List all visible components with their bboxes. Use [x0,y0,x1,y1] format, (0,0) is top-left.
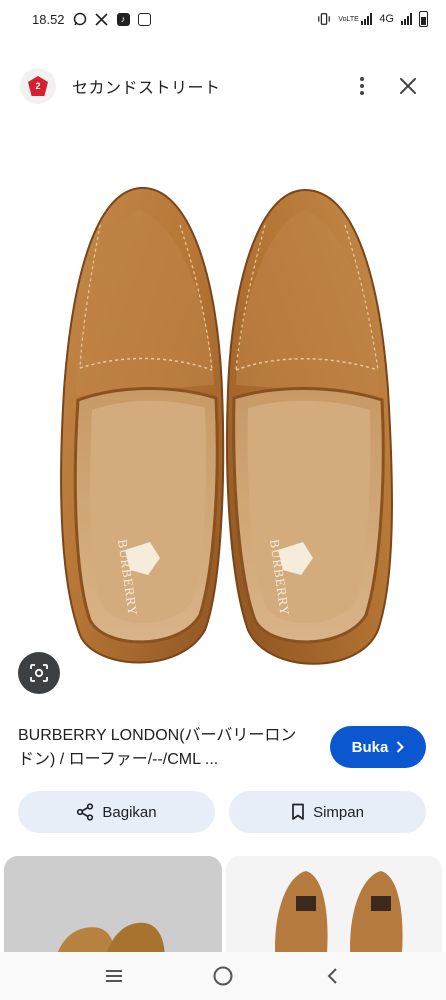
more-vert-icon [360,77,364,95]
x-icon [95,12,109,26]
status-bar: 18.52 ♪ VoLTE 4G [0,0,446,38]
open-button-label: Buka [351,738,389,756]
right-shoe [225,188,393,665]
close-button[interactable] [390,68,426,104]
left-shoe [60,186,225,664]
header: 2 セカンドストリート [0,62,446,110]
vibrate-icon [317,12,331,26]
save-label: Simpan [313,803,364,821]
site-logo[interactable]: 2 [20,68,56,104]
volte-label: VoLTE [338,15,359,23]
back-icon [327,968,337,984]
tiktok-icon: ♪ [116,12,130,26]
open-button[interactable]: Buka [330,726,426,768]
result-title[interactable]: BURBERRY LONDON(バーバリーロンドン) / ローファー/--/CM… [18,724,308,772]
system-nav-bar [0,952,446,1000]
chevron-right-icon [397,741,405,753]
related-image-1 [4,856,222,966]
battery-icon [419,11,428,27]
lens-button[interactable] [18,652,60,694]
status-right: VoLTE 4G [317,11,428,27]
related-thumb-2[interactable] [226,856,442,966]
close-icon [400,78,416,94]
related-results [0,856,446,966]
share-button[interactable]: Bagikan [18,791,215,833]
whatsapp-icon [73,12,87,26]
bookmark-icon [292,803,304,820]
network-type: 4G [379,13,394,25]
related-image-2 [226,856,442,966]
share-icon [77,803,94,821]
main-image[interactable]: BURBERRY BURBERRY [0,130,446,710]
gallery-icon [137,12,151,26]
status-left: 18.52 ♪ [32,12,151,27]
signal-icon [361,13,373,25]
site-logo-mark: 2 [28,76,48,96]
more-button[interactable] [344,68,380,104]
signal-icon-2 [401,13,412,25]
back-button[interactable] [312,956,352,996]
action-row: Bagikan Simpan [18,791,426,833]
status-time: 18.52 [32,11,65,27]
save-button[interactable]: Simpan [229,791,426,833]
lens-icon [30,664,48,682]
recents-button[interactable] [94,956,134,996]
site-name[interactable]: セカンドストリート [72,74,344,98]
home-button[interactable] [203,956,243,996]
loafer-shoes-image: BURBERRY BURBERRY [60,186,393,665]
home-icon [213,966,233,986]
recents-icon [106,970,123,982]
share-label: Bagikan [102,803,157,821]
related-thumb-1[interactable] [4,856,222,966]
